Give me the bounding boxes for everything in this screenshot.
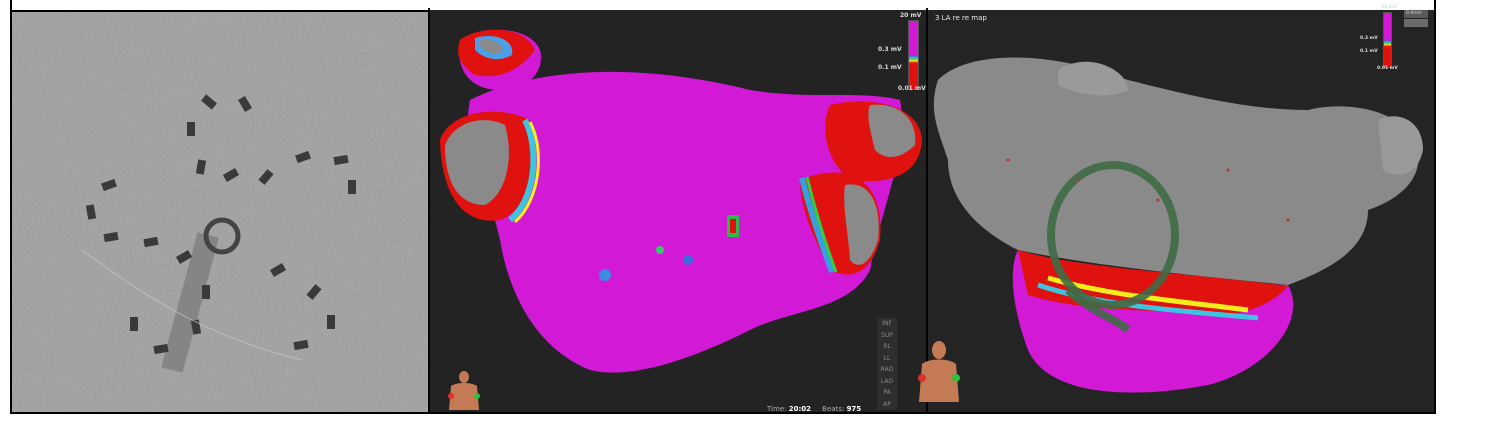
scale-label-low: 0.1 mV [1360,49,1378,54]
map-title: 3 LA re re map [935,14,987,22]
map-toggle-button[interactable] [1404,19,1428,27]
view-sup-button[interactable]: SUP [877,330,897,342]
scale-label-bottom: 0.01 mV [898,85,926,92]
voltage-scale-bar-left [908,20,919,90]
map-option-button[interactable]: 0.9mm [1404,10,1428,18]
view-ap-button[interactable]: AP [877,399,897,411]
beats-value: 975 [846,405,862,413]
scale-label-low: 0.1 mV [878,64,902,71]
figure-frame [10,0,1436,414]
scale-label-mid: 0.3 mV [878,46,902,53]
torso-orientation-icon[interactable] [447,370,481,414]
scale-label-mid: 0.3 mV [1360,36,1378,41]
voltage-scale-bar-right [1383,12,1392,68]
status-bar: Time: 20:02 Beats: 975 [767,405,861,413]
view-rao-button[interactable]: RAO [877,364,897,376]
view-ll-button[interactable]: LL [877,353,897,365]
scale-label-bottom: 0.01 mV [1377,66,1398,71]
scale-label-top: 20 mV [1381,5,1398,10]
view-selector: INF SUP RL LL RAO LAO PA AP [877,318,897,410]
beats-label: Beats: [822,405,845,413]
view-inf-button[interactable]: INF [877,318,897,330]
view-rl-button[interactable]: RL [877,341,897,353]
torso-orientation-icon[interactable] [917,340,961,404]
scale-label-top: 20 mV [900,12,922,19]
view-pa-button[interactable]: PA [877,387,897,399]
time-value: 20:02 [788,405,812,413]
view-lao-button[interactable]: LAO [877,376,897,388]
time-label: Time: [767,405,787,413]
